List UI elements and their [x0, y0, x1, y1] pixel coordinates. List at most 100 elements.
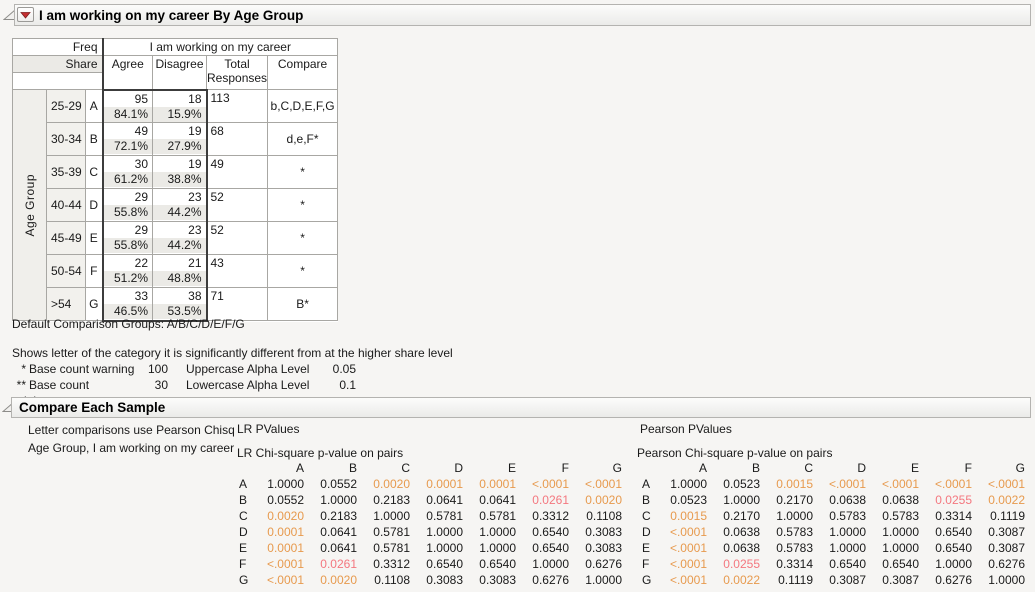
- agree-cell[interactable]: 9584.1%: [103, 90, 153, 123]
- disagree-cell[interactable]: 2344.2%: [153, 189, 207, 222]
- lr-pvalue-matrix: ABCDEFGA1.00000.05520.00200.00010.0001<.…: [237, 460, 622, 588]
- matrix-row-label: G: [640, 572, 654, 588]
- pvalue-cell: 0.6540: [463, 556, 516, 572]
- section-title: Compare Each Sample: [19, 400, 165, 415]
- matrix-column-header: E: [866, 460, 919, 476]
- pearson-matrix-subtitle: Pearson Chi-square p-value on pairs: [637, 446, 832, 460]
- agree-cell[interactable]: 2955.8%: [103, 222, 153, 255]
- pvalue-cell: 0.6540: [516, 540, 569, 556]
- column-header-agree[interactable]: Agree: [103, 56, 153, 90]
- pvalue-cell: 0.0523: [654, 492, 707, 508]
- pvalue-cell: <.0001: [251, 556, 304, 572]
- pvalue-cell: <.0001: [654, 556, 707, 572]
- question-header: I am working on my career: [103, 39, 338, 56]
- uppercase-alpha-value: 0.05: [326, 361, 356, 377]
- disagree-cell[interactable]: 1938.8%: [153, 156, 207, 189]
- pvalue-cell: 0.0255: [919, 492, 972, 508]
- pvalue-cell: 0.3312: [357, 556, 410, 572]
- red-triangle-menu-button[interactable]: [17, 7, 34, 22]
- matrix-column-header: A: [251, 460, 304, 476]
- pvalue-cell: 0.3083: [569, 540, 622, 556]
- pvalue-cell: 1.0000: [972, 572, 1025, 588]
- matrix-row-label: G: [237, 572, 251, 588]
- pvalue-cell: 0.1119: [760, 572, 813, 588]
- table-row: 30-34B4972.1%1927.9%68d,e,F*: [13, 123, 338, 156]
- outline-header-compare-each-sample[interactable]: Compare Each Sample: [11, 397, 1031, 418]
- age-range-cell[interactable]: 50-54: [47, 255, 86, 288]
- pvalue-cell: 0.2170: [760, 492, 813, 508]
- page-title: I am working on my career By Age Group: [39, 8, 303, 23]
- age-range-cell[interactable]: 35-39: [47, 156, 86, 189]
- pvalue-cell: 1.0000: [251, 476, 304, 492]
- pvalue-cell: 0.3087: [972, 524, 1025, 540]
- pvalue-cell: 0.0638: [707, 524, 760, 540]
- table-row: 45-49E2955.8%2344.2%52*: [13, 222, 338, 255]
- disagree-count: 23: [153, 222, 206, 238]
- age-range-cell[interactable]: 25-29: [47, 90, 86, 123]
- disagree-cell[interactable]: 1927.9%: [153, 123, 207, 156]
- pvalue-cell: 0.0020: [569, 492, 622, 508]
- total-header-line1: Total: [207, 57, 267, 71]
- disagree-cell[interactable]: 2148.8%: [153, 255, 207, 288]
- column-header-total-responses[interactable]: Total Responses: [207, 56, 268, 90]
- table-row: Age Group25-29A9584.1%1815.9%113b,C,D,E,…: [13, 90, 338, 123]
- pvalue-cell: 0.3087: [813, 572, 866, 588]
- matrix-row: D<.00010.06380.57831.00001.00000.65400.3…: [640, 524, 1025, 540]
- agree-count: 30: [104, 156, 153, 172]
- pvalue-cell: 0.6276: [919, 572, 972, 588]
- pvalue-cell: 0.0261: [516, 492, 569, 508]
- table-row: >54G3346.5%3853.5%71B*: [13, 288, 338, 321]
- pvalue-cell: <.0001: [654, 524, 707, 540]
- age-range-cell[interactable]: 40-44: [47, 189, 86, 222]
- age-range-cell[interactable]: >54: [47, 288, 86, 321]
- pvalue-cell: 1.0000: [516, 556, 569, 572]
- matrix-column-header: A: [654, 460, 707, 476]
- pvalue-cell: 0.0020: [357, 476, 410, 492]
- pvalue-cell: 0.0022: [972, 492, 1025, 508]
- age-range-cell[interactable]: 30-34: [47, 123, 86, 156]
- crosstab-body: Age Group25-29A9584.1%1815.9%113b,C,D,E,…: [13, 90, 338, 321]
- group-letter-cell: F: [86, 255, 103, 288]
- pvalue-cell: 0.0001: [251, 524, 304, 540]
- agree-cell[interactable]: 3346.5%: [103, 288, 153, 321]
- pvalue-cell: <.0001: [919, 476, 972, 492]
- matrix-row: D0.00010.06410.57811.00001.00000.65400.3…: [237, 524, 622, 540]
- pvalue-cell: 0.0638: [813, 492, 866, 508]
- pvalue-cell: <.0001: [813, 476, 866, 492]
- pvalue-cell: 0.2183: [304, 508, 357, 524]
- disagree-cell[interactable]: 1815.9%: [153, 90, 207, 123]
- matrix-column-header: E: [463, 460, 516, 476]
- matrix-row-label: E: [237, 540, 251, 556]
- pvalue-cell: 0.0001: [410, 476, 463, 492]
- disagree-cell[interactable]: 3853.5%: [153, 288, 207, 321]
- agree-cell[interactable]: 2251.2%: [103, 255, 153, 288]
- disagree-count: 19: [153, 156, 206, 172]
- pvalue-cell: 1.0000: [654, 476, 707, 492]
- pvalue-cell: 0.1108: [357, 572, 410, 588]
- pvalue-cell: <.0001: [654, 572, 707, 588]
- group-letter-cell: B: [86, 123, 103, 156]
- disagree-cell[interactable]: 2344.2%: [153, 222, 207, 255]
- agree-cell[interactable]: 2955.8%: [103, 189, 153, 222]
- matrix-column-header: G: [569, 460, 622, 476]
- column-header-disagree[interactable]: Disagree: [153, 56, 207, 90]
- pvalue-cell: 0.0001: [251, 540, 304, 556]
- pvalue-cell: 0.6540: [410, 556, 463, 572]
- jmp-report-window: I am working on my career By Age Group F…: [0, 0, 1035, 592]
- pvalue-cell: 1.0000: [866, 540, 919, 556]
- matrix-column-header: B: [707, 460, 760, 476]
- outline-header-career-by-age[interactable]: I am working on my career By Age Group: [14, 4, 1031, 26]
- pvalue-cell: 0.3087: [866, 572, 919, 588]
- pvalue-cell: 1.0000: [304, 492, 357, 508]
- row-axis-label: Age Group: [13, 90, 47, 321]
- agree-cell[interactable]: 4972.1%: [103, 123, 153, 156]
- pvalue-cell: 0.5781: [357, 524, 410, 540]
- column-header-compare[interactable]: Compare: [268, 56, 338, 90]
- table-row: 35-39C3061.2%1938.8%49*: [13, 156, 338, 189]
- shows-letter-note: Shows letter of the category it is signi…: [12, 346, 453, 360]
- agree-share: 55.8%: [104, 238, 153, 253]
- pvalue-cell: 0.3083: [410, 572, 463, 588]
- age-range-cell[interactable]: 45-49: [47, 222, 86, 255]
- agree-cell[interactable]: 3061.2%: [103, 156, 153, 189]
- agree-share: 72.1%: [104, 139, 153, 154]
